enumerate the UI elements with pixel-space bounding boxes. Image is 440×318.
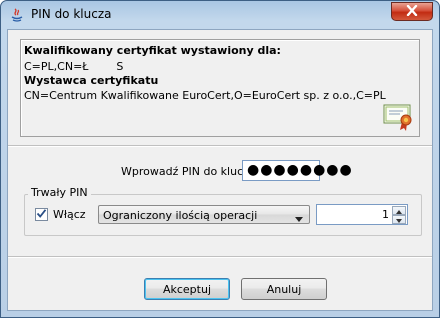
accept-button[interactable]: Akceptuj [144,278,230,300]
certificate-subject: C=PL,CN=Ł S [24,60,124,73]
separator-bottom [8,256,432,258]
close-button[interactable] [391,2,433,21]
close-icon [406,4,418,19]
issued-for-heading: Kwalifikowany certyfikat wystawiony dla: [24,44,281,57]
java-app-icon [9,7,25,23]
enable-checkbox-label[interactable]: Włącz [53,208,86,221]
enable-checkbox[interactable] [35,208,48,221]
persistent-pin-group-title: Trwały PIN [28,186,91,199]
operation-count-spinner[interactable]: 1 [316,204,408,225]
pin-password-field[interactable]: ●●●●●●●● [242,160,352,181]
title-bar[interactable]: PIN do klucza [1,1,439,29]
certificate-icon [383,102,415,132]
arrow-down-icon [396,213,402,226]
checkmark-icon [36,208,47,222]
issuer-heading: Wystawca certyfikatu [24,74,159,87]
window-title: PIN do klucza [31,7,112,21]
pin-mode-combobox[interactable]: Ograniczony ilością operacji [98,205,310,224]
pin-label: Wprowadź PIN do klucza [121,165,256,178]
dropdown-arrow-icon [295,212,303,225]
certificate-issuer: CN=Centrum Kwalifikowane EuroCert,O=Euro… [24,89,386,102]
separator-top [8,145,432,147]
certificate-info-panel: Kwalifikowany certyfikat wystawiony dla:… [20,39,420,137]
dialog-window: PIN do klucza Kwalifikowany certyfikat w… [0,0,440,318]
pin-mode-selected: Ograniczony ilością operacji [103,209,258,222]
cancel-button[interactable]: Anuluj [241,278,327,300]
operation-count-value: 1 [382,208,389,221]
dialog-content: Kwalifikowany certyfikat wystawiony dla:… [7,29,433,311]
spinner-down-button[interactable] [392,215,406,224]
